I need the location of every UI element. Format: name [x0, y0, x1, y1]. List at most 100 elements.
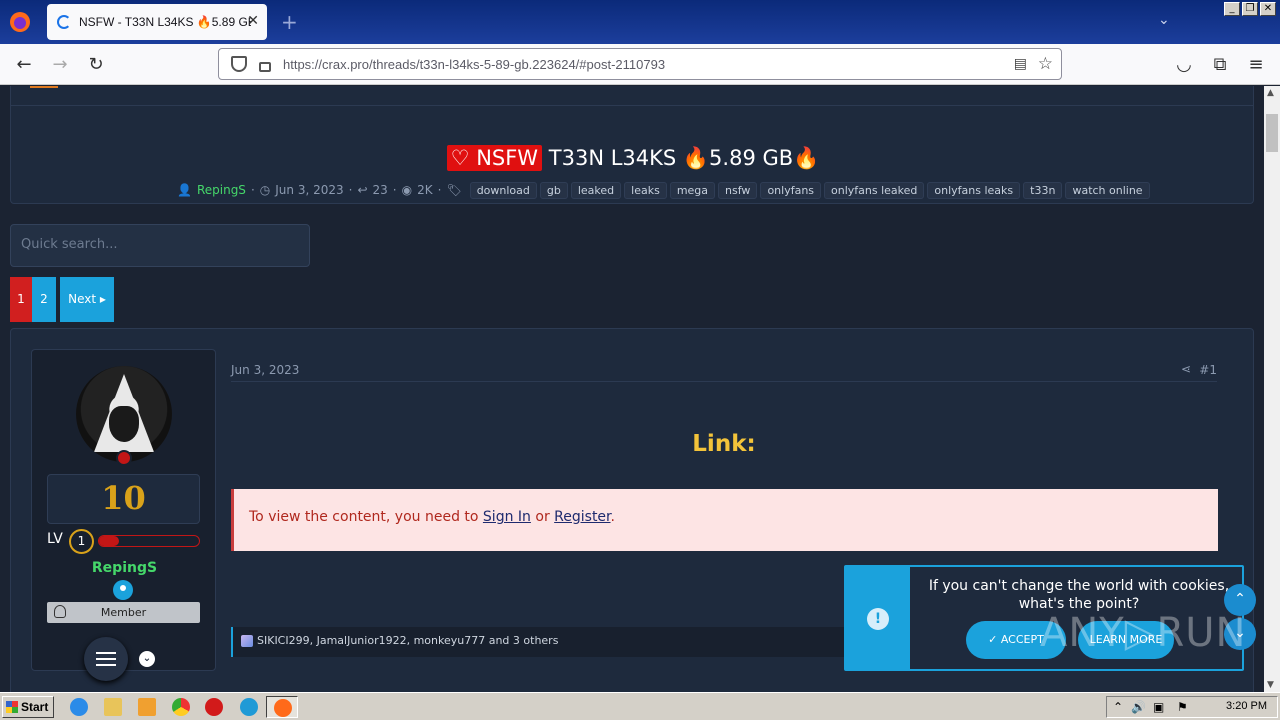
tag-chip[interactable]: watch online [1065, 182, 1150, 199]
taskbar-firefox-button[interactable] [266, 696, 298, 718]
alert-icon: ! [867, 608, 889, 630]
tag-chip[interactable]: leaks [624, 182, 667, 199]
close-window-button[interactable]: ✕ [1260, 2, 1276, 16]
system-tray: ⌃ 🔊 ▣ ⚑ 3:20 PM [1106, 696, 1278, 718]
volume-icon[interactable]: 🔊 [1131, 700, 1146, 714]
locked-content-notice: To view the content, you need to Sign In… [231, 489, 1218, 551]
tracking-shield-icon[interactable] [231, 56, 247, 72]
url-path: /threads/t33n-l34ks-5-89-gb.223624/#post… [368, 56, 666, 72]
edge-icon[interactable] [240, 698, 258, 716]
page-2-button[interactable]: 2 [32, 277, 56, 322]
extensions-icon[interactable]: ⧉ [1210, 54, 1230, 75]
page-1-button[interactable]: 1 [10, 277, 32, 322]
hamburger-menu-button[interactable] [84, 637, 128, 681]
loading-icon [57, 15, 71, 29]
tag-chip[interactable]: mega [669, 182, 716, 199]
chevron-down-icon[interactable]: ⌄ [139, 651, 155, 667]
scroll-down-arrow-icon[interactable]: ▼ [1267, 680, 1274, 690]
restore-button[interactable]: ❐ [1242, 2, 1258, 16]
minimize-button[interactable]: _ [1224, 2, 1240, 16]
url-bar[interactable]: https://crax.pro/threads/t33n-l34ks-5-89… [218, 48, 1062, 80]
locked-text: To view the content, you need to [249, 509, 483, 525]
prefix-text: NSFW [476, 146, 539, 170]
cookie-message: If you can't change the world with cooki… [928, 578, 1230, 612]
tab-list-chevron-icon[interactable]: ⌄ [1158, 12, 1170, 28]
tag-chip[interactable]: gb [539, 182, 568, 199]
scroll-up-arrow-icon[interactable]: ▲ [1267, 88, 1274, 98]
next-label: Next [68, 292, 97, 306]
tag-chip[interactable]: onlyfans leaked [824, 182, 925, 199]
ie-icon[interactable] [70, 698, 88, 716]
register-link[interactable]: Register [554, 509, 610, 525]
reactions-bar[interactable]: SIKICI299, JamalJunior1922, monkeyu777 a… [231, 627, 851, 657]
new-tab-button[interactable]: + [281, 10, 298, 34]
post-username[interactable]: RepingS [32, 560, 217, 576]
tag-chip[interactable]: download [469, 182, 537, 199]
network-icon[interactable]: ▣ [1153, 700, 1164, 714]
url-text[interactable]: https://crax.pro/threads/t33n-l34ks-5-89… [283, 57, 665, 72]
level-badge: 10 [47, 474, 200, 524]
clock: 3:20 PM [1226, 700, 1267, 712]
back-arrow-icon[interactable]: ← [14, 54, 34, 75]
avatar[interactable] [76, 366, 172, 462]
person-icon [54, 605, 66, 618]
pocket-icon[interactable]: ◡ [1174, 54, 1194, 75]
cookie-icon-column: ! [846, 567, 910, 669]
window-controls: _ ❐ ✕ [1224, 2, 1276, 16]
tab-active[interactable]: NSFW - T33N L34KS 🔥5.89 GB🔥 | ✕ [47, 4, 267, 40]
browser-tab-bar: NSFW - T33N L34KS 🔥5.89 GB🔥 | ✕ + ⌄ _ ❐ … [0, 0, 1280, 44]
tag-chip[interactable]: leaked [570, 182, 622, 199]
share-icon[interactable]: ⋖ [1181, 362, 1191, 376]
opera-icon[interactable] [205, 698, 223, 716]
lv-label: LV [47, 531, 63, 547]
tab-close-icon[interactable]: ✕ [247, 13, 259, 29]
firefox-icon [274, 699, 292, 717]
media-player-icon[interactable] [138, 698, 156, 716]
tag-chip[interactable]: nsfw [718, 182, 758, 199]
thread-header: ♡ NSFW T33N L34KS 🔥5.89 GB🔥 👤 RepingS · … [10, 106, 1254, 204]
reactions-text: SIKICI299, JamalJunior1922, monkeyu777 a… [257, 634, 559, 647]
firefox-menu-icon[interactable] [8, 10, 32, 34]
post-date[interactable]: Jun 3, 2023 [231, 363, 299, 377]
reload-icon[interactable]: ↻ [86, 54, 106, 75]
sign-in-link[interactable]: Sign In [483, 509, 531, 525]
nav-accent-line [30, 86, 58, 88]
app-menu-icon[interactable]: ≡ [1246, 54, 1266, 75]
bookmark-star-icon[interactable]: ☆ [1038, 54, 1053, 74]
header-strip [10, 86, 1254, 106]
user-role-banner: Member [47, 602, 200, 623]
tag-chip[interactable]: t33n [1023, 182, 1063, 199]
lock-icon[interactable] [259, 62, 271, 72]
browser-nav-bar: ← → ↻ https://crax.pro/threads/t33n-l34k… [0, 44, 1280, 85]
tag-chip[interactable]: onlyfans leaks [927, 182, 1021, 199]
flag-notification-icon[interactable]: ⚑ [1177, 700, 1188, 714]
nsfw-prefix-label[interactable]: ♡ NSFW [446, 145, 543, 171]
chrome-icon[interactable] [172, 698, 190, 716]
tab-title: NSFW - T33N L34KS 🔥5.89 GB🔥 | [79, 15, 251, 29]
page-scrollbar[interactable]: ▲ ▼ [1264, 86, 1280, 692]
start-button[interactable]: Start [2, 696, 54, 718]
quick-search-input[interactable]: Quick search... [10, 224, 310, 267]
forward-arrow-icon[interactable]: → [50, 54, 70, 75]
tray-expand-icon[interactable]: ⌃ [1113, 700, 1123, 714]
post-number[interactable]: #1 [1199, 363, 1217, 377]
anyrun-watermark: ANY▷RUN [1040, 610, 1247, 656]
next-page-button[interactable]: Next ▸ [60, 277, 114, 322]
reader-view-icon[interactable]: ▤ [1014, 56, 1027, 72]
post-divider [231, 381, 1217, 382]
tag-chip[interactable]: onlyfans [760, 182, 822, 199]
period-text: . [610, 509, 615, 525]
eye-icon: ◉ [401, 183, 413, 197]
tag-icon: 🏷 [446, 183, 462, 197]
thread-date[interactable]: Jun 3, 2023 [275, 183, 343, 197]
windows-taskbar: Start ⌃ 🔊 ▣ ⚑ 3:20 PM [0, 692, 1280, 720]
folder-icon[interactable] [104, 698, 122, 716]
status-dot [116, 450, 132, 466]
thread-title: ♡ NSFW T33N L34KS 🔥5.89 GB🔥 [11, 145, 1255, 171]
pagination: 1 2 Next ▸ [10, 277, 114, 322]
scrollbar-thumb[interactable] [1266, 114, 1278, 152]
url-host: https://crax.pro [283, 56, 369, 72]
thread-author-link[interactable]: RepingS [197, 183, 246, 197]
reply-icon: ↩ [357, 183, 368, 197]
thread-meta: 👤 RepingS · ◷ Jun 3, 2023 · ↩ 23 · ◉ 2K … [177, 182, 1150, 199]
